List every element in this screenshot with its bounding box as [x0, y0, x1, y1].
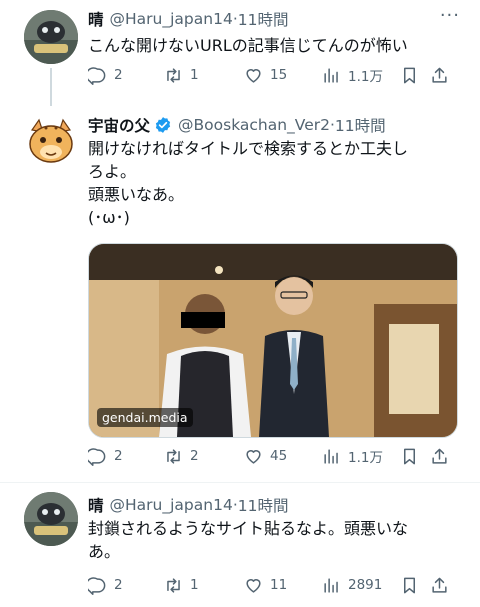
views-button[interactable]: 1.1万: [322, 65, 383, 85]
reply-count: 2: [114, 67, 123, 83]
retweet-icon: [167, 448, 180, 464]
timestamp[interactable]: 11時間: [335, 114, 386, 136]
tweet-header: 晴 @Haru_japan14 · 11時間: [88, 8, 428, 30]
reply-button[interactable]: 2: [88, 66, 123, 85]
bookmark-icon: [403, 448, 416, 464]
retweet-count: 2: [190, 448, 199, 464]
reply-count: 2: [114, 448, 123, 464]
media-source-label: gendai.media: [97, 408, 193, 427]
views-button[interactable]: 1.1万: [322, 446, 383, 466]
views-icon: [324, 577, 338, 593]
avatar-haru[interactable]: [24, 10, 78, 64]
verified-badge-icon: [155, 117, 171, 133]
tweet-text-line: あ。: [88, 542, 121, 561]
thread-line: [50, 68, 52, 106]
heart-icon: [246, 68, 261, 83]
views-count: 1.1万: [348, 69, 383, 85]
bookmark-icon: [403, 577, 416, 593]
views-count: 2891: [348, 577, 383, 593]
bookmark-button[interactable]: [400, 576, 419, 595]
tweet-text-line: 封鎖されるようなサイト貼るなよ。頭悪いな: [88, 519, 409, 538]
tweet-text: 開けなければタイトルで検索するとか工夫し ろよ。 頭悪いなあ。 (･ω･): [88, 137, 468, 229]
tweet-header: 晴 @Haru_japan14 · 11時間: [88, 494, 428, 516]
reply-icon: [88, 576, 106, 595]
like-button[interactable]: 15: [244, 66, 287, 85]
more-options-icon[interactable]: ···: [440, 5, 460, 26]
tweet-1[interactable]: 晴 @Haru_japan14 · 11時間 ··· こんな開けないURLの記事…: [0, 0, 480, 106]
like-count: 15: [270, 67, 288, 83]
user-handle[interactable]: @Haru_japan14: [110, 496, 233, 514]
action-bar: 2 1 15 1.1万: [88, 64, 456, 86]
tweet-text-line: (･ω･): [88, 208, 130, 227]
views-count: 1.1万: [348, 450, 383, 466]
display-name[interactable]: 宇宙の父: [88, 114, 150, 136]
heart-icon: [246, 578, 261, 593]
tweet-text: こんな開けないURLの記事信じてんのが怖い: [88, 34, 468, 57]
tweet-media-card[interactable]: gendai.media: [88, 243, 458, 438]
retweet-count: 1: [190, 577, 199, 593]
bookmark-button[interactable]: [400, 447, 419, 466]
like-count: 45: [270, 448, 288, 464]
retweet-icon: [167, 67, 180, 83]
views-icon: [324, 448, 338, 464]
share-button[interactable]: [430, 576, 449, 595]
action-bar: 2 1 11 2891: [88, 574, 456, 596]
reply-button[interactable]: 2: [88, 447, 123, 466]
tweet-3[interactable]: 晴 @Haru_japan14 · 11時間 封鎖されるようなサイト貼るなよ。頭…: [0, 484, 480, 607]
user-handle[interactable]: @Haru_japan14: [110, 10, 233, 28]
tweet-text-line: こんな開けないURLの記事信じてんのが怖い: [88, 36, 408, 55]
share-icon: [432, 577, 447, 593]
tweet-text: 封鎖されるようなサイト貼るなよ。頭悪いな あ。: [88, 517, 468, 563]
timestamp[interactable]: 11時間: [238, 494, 289, 516]
share-button[interactable]: [430, 66, 449, 85]
heart-icon: [246, 449, 261, 464]
views-icon: [324, 67, 338, 83]
action-bar: 2 2 45 1.1万: [88, 445, 456, 467]
retweet-button[interactable]: 1: [164, 66, 199, 85]
reply-icon: [88, 447, 106, 466]
retweet-button[interactable]: 2: [164, 447, 199, 466]
share-button[interactable]: [430, 447, 449, 466]
avatar-haru[interactable]: [24, 492, 78, 546]
retweet-button[interactable]: 1: [164, 576, 199, 595]
timestamp[interactable]: 11時間: [238, 8, 289, 30]
tweet-divider: [0, 482, 480, 483]
share-icon: [432, 448, 447, 464]
tweet-text-line: 頭悪いなあ。: [88, 185, 185, 204]
reply-count: 2: [114, 577, 123, 593]
like-button[interactable]: 45: [244, 447, 287, 466]
like-button[interactable]: 11: [244, 576, 287, 595]
tweet-text-line: ろよ。: [88, 162, 137, 181]
retweet-count: 1: [190, 67, 199, 83]
display-name[interactable]: 晴: [88, 8, 104, 30]
reply-icon: [88, 66, 106, 85]
bookmark-button[interactable]: [400, 66, 419, 85]
tweet-header: 宇宙の父 @Booskachan_Ver2 · 11時間: [88, 114, 428, 136]
avatar-booskachan[interactable]: [24, 114, 78, 168]
retweet-icon: [167, 577, 180, 593]
user-handle[interactable]: @Booskachan_Ver2: [178, 116, 330, 134]
like-count: 11: [270, 577, 288, 593]
display-name[interactable]: 晴: [88, 494, 104, 516]
share-icon: [432, 67, 447, 83]
tweet-text-line: 開けなければタイトルで検索するとか工夫し: [88, 139, 409, 158]
bookmark-icon: [403, 67, 416, 83]
reply-button[interactable]: 2: [88, 576, 123, 595]
views-button[interactable]: 2891: [322, 576, 382, 595]
